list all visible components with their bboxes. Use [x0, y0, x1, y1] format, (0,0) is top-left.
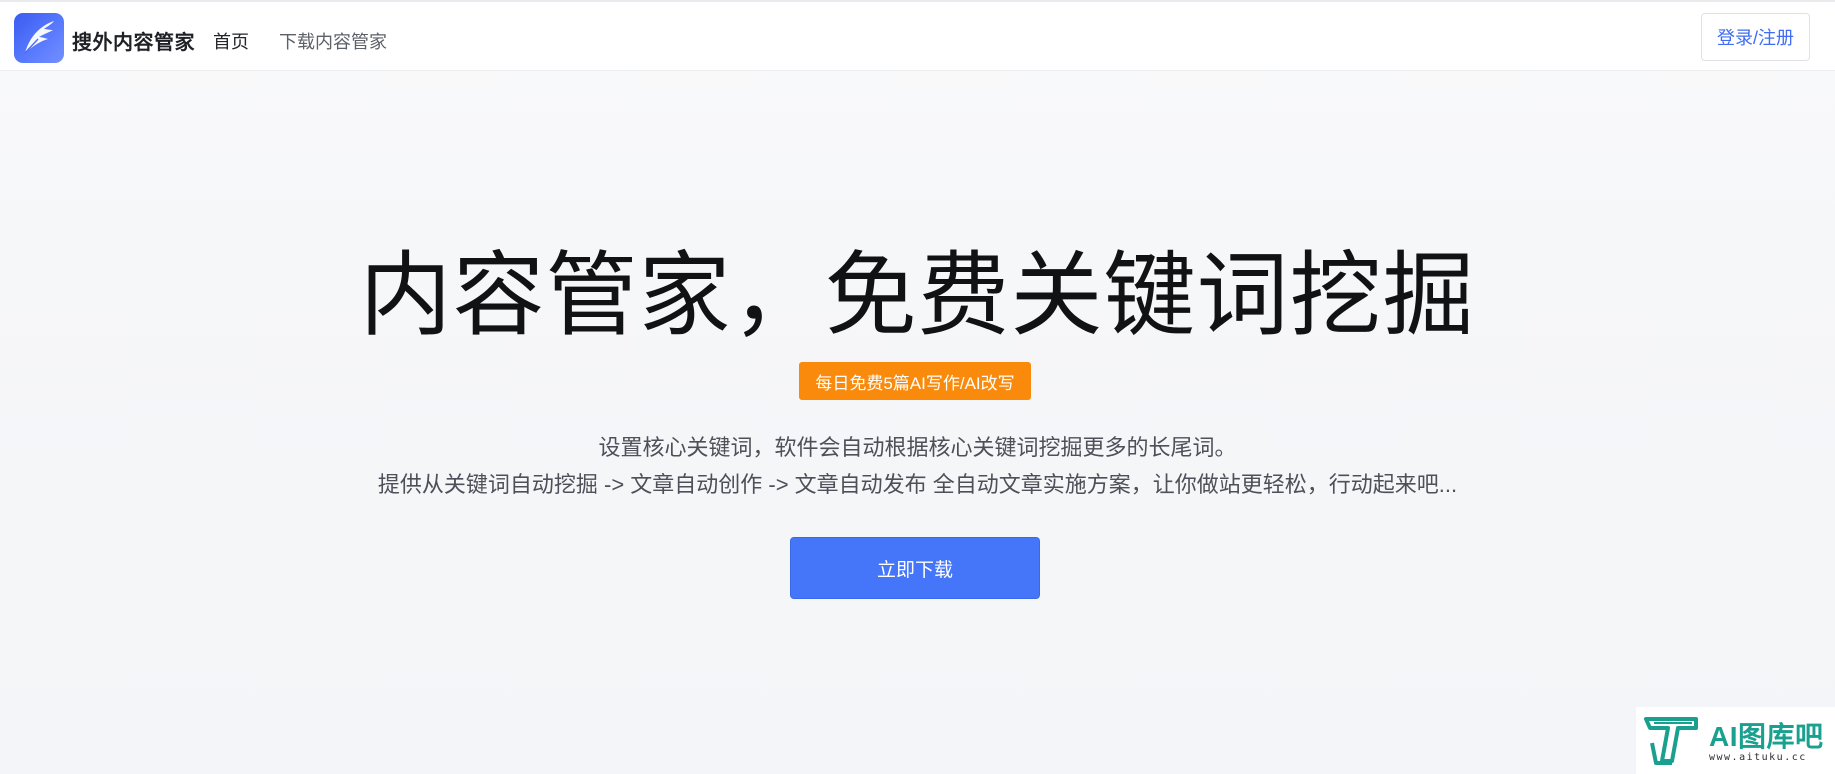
watermark: AI图库吧 www.aituku.cc	[1636, 707, 1835, 774]
top-navbar: 搜外内容管家 首页 下载内容管家 登录/注册	[0, 2, 1835, 71]
hero-title: 内容管家，免费关键词挖掘	[359, 245, 1476, 347]
hero-description-line2: 提供从关键词自动挖掘 -> 文章自动创作 -> 文章自动发布 全自动文章实施方案…	[377, 472, 1458, 497]
promo-badge: 每日免费5篇AI写作/AI改写	[799, 362, 1031, 400]
page: 搜外内容管家 首页 下载内容管家 登录/注册 内容管家，免费关键词挖掘 每日免费…	[0, 0, 1835, 774]
aituku-logo-icon	[1644, 717, 1698, 765]
brand-name[interactable]: 搜外内容管家	[72, 26, 195, 55]
download-now-button[interactable]: 立即下载	[790, 537, 1040, 599]
nav-download-link[interactable]: 下载内容管家	[279, 28, 387, 54]
watermark-url: www.aituku.cc	[1709, 752, 1807, 763]
nav-home-link[interactable]: 首页	[213, 28, 249, 54]
login-register-button[interactable]: 登录/注册	[1701, 13, 1810, 61]
watermark-text: AI图库吧	[1709, 721, 1824, 752]
hero-description-line1: 设置核心关键词，软件会自动根据核心关键词挖掘更多的长尾词。	[598, 435, 1237, 460]
feather-icon[interactable]	[14, 13, 64, 63]
